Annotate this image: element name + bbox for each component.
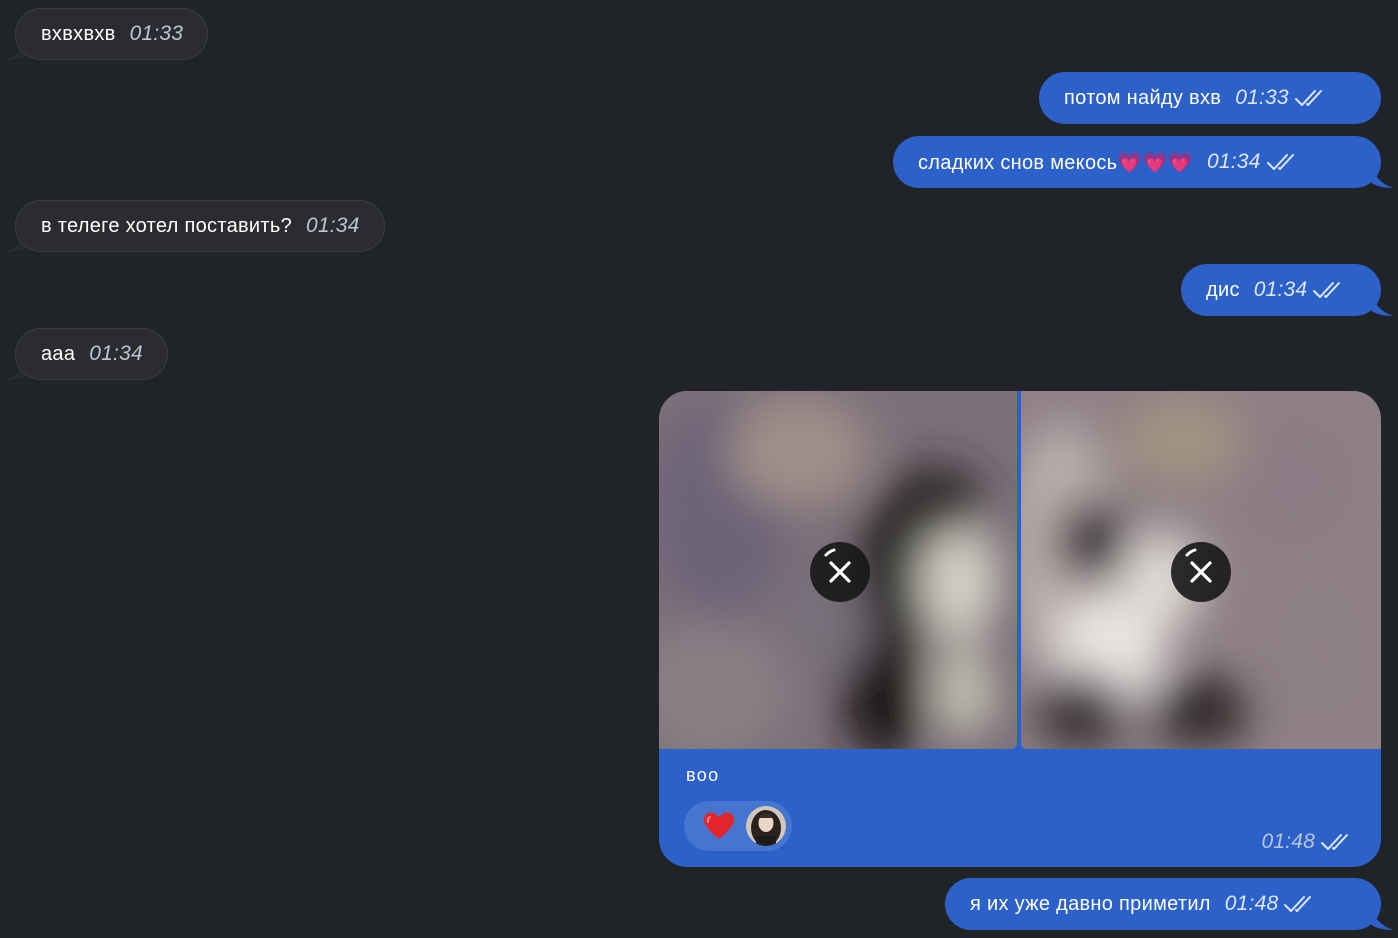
reaction-chip[interactable] [684, 801, 792, 851]
message-text: дис [1206, 278, 1240, 301]
message-text: в телеге хотел поставить? [41, 214, 292, 237]
message-incoming[interactable]: вхвхвхв 01:33 [15, 8, 209, 60]
message-time: 01:34 [89, 342, 143, 365]
chat-view: вхвхвхв 01:33 потом найду вхв 01:33 слад… [0, 0, 1398, 938]
message-incoming[interactable]: ааа 01:34 [15, 328, 168, 380]
message-outgoing[interactable]: сладких снов мекось💗💗💗 01:34 [893, 136, 1381, 188]
read-checkmarks-icon [1294, 90, 1322, 106]
read-checkmarks-icon [1313, 282, 1341, 298]
read-checkmarks-icon [1321, 834, 1348, 850]
message-incoming[interactable]: в телеге хотел поставить? 01:34 [15, 200, 385, 252]
read-checkmarks-icon [1266, 154, 1294, 170]
close-icon [1185, 548, 1212, 583]
close-icon [824, 548, 851, 583]
avatar-image [746, 806, 786, 846]
message-time: 01:34 [1253, 278, 1308, 301]
read-checkmarks-icon [1284, 896, 1312, 912]
message-outgoing[interactable]: потом найду вхв 01:33 [1039, 72, 1381, 124]
media-message[interactable]: воо 01:48 [659, 391, 1381, 867]
message-outgoing[interactable]: дис 01:34 [1181, 264, 1381, 316]
message-text: я их уже давно приметил [970, 892, 1211, 915]
reactor-avatar[interactable] [746, 806, 786, 846]
message-text: ааа [41, 342, 76, 365]
cancel-download-button[interactable] [1171, 542, 1231, 602]
message-time: 01:33 [1235, 86, 1289, 109]
media-caption: воо [686, 765, 720, 785]
photo-thumbnail[interactable] [659, 391, 1017, 749]
message-text: вхвхвхв [41, 22, 116, 45]
message-time: 01:48 [1224, 892, 1279, 915]
message-outgoing[interactable]: я их уже давно приметил 01:48 [945, 878, 1381, 930]
message-time: 01:48 [1261, 830, 1315, 853]
message-time: 01:34 [306, 214, 360, 237]
message-text: потом найду вхв [1064, 86, 1222, 109]
heart-emoji-icon [704, 812, 734, 839]
photo-thumbnail[interactable] [1021, 391, 1381, 749]
message-time: 01:34 [1207, 150, 1261, 173]
cancel-download-button[interactable] [810, 542, 870, 602]
message-time: 01:33 [129, 22, 184, 45]
message-meta: 01:48 [1261, 830, 1353, 854]
message-text: сладких снов мекось💗💗💗 [918, 151, 1193, 174]
